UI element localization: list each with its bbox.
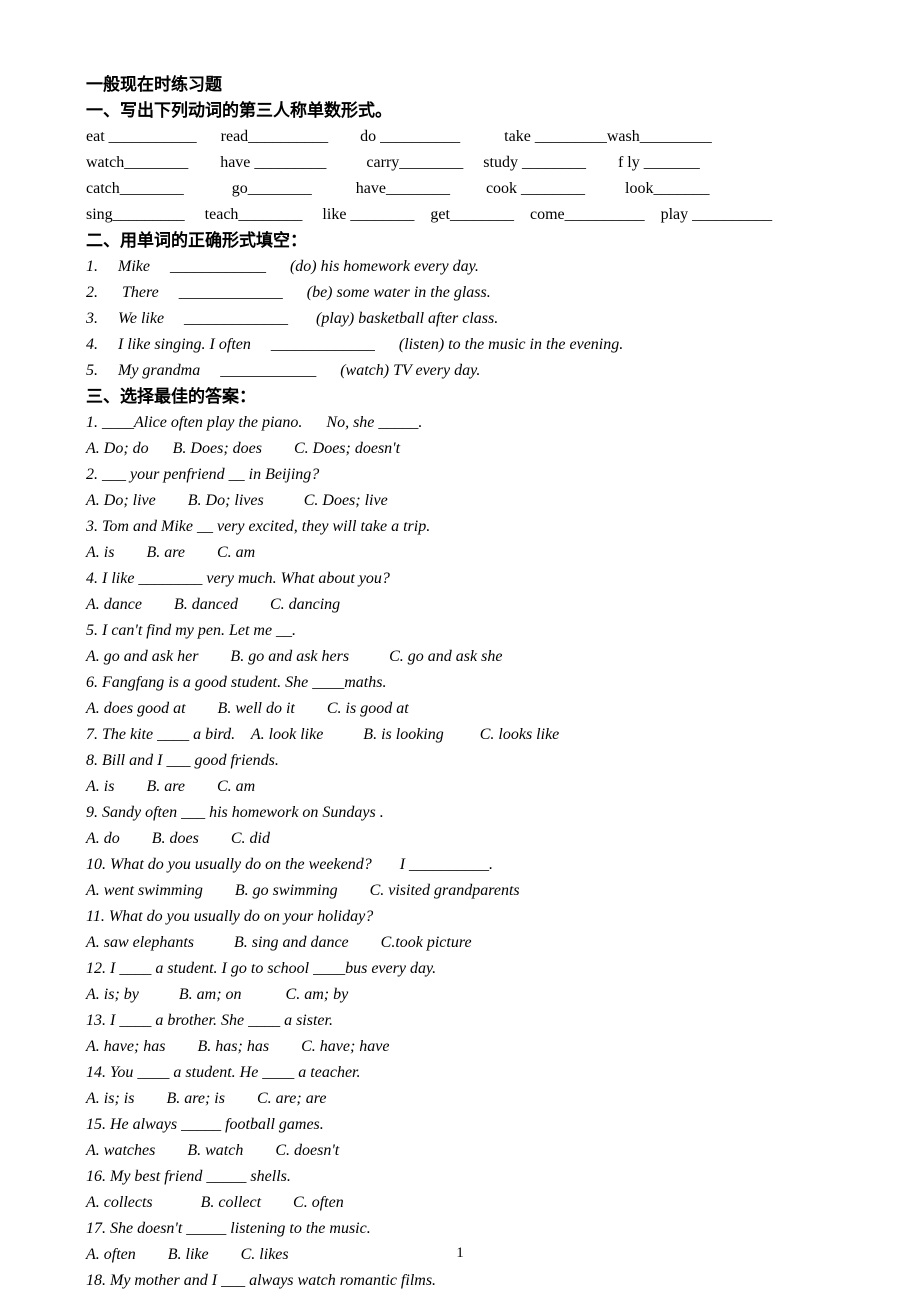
question-line: 15. He always _____ football games. (86, 1112, 834, 1138)
question-line: 12. I ____ a student. I go to school ___… (86, 956, 834, 982)
question-line: 18. My mother and I ___ always watch rom… (86, 1268, 834, 1294)
question-line: 13. I ____ a brother. She ____ a sister. (86, 1008, 834, 1034)
question-line: 6. Fangfang is a good student. She ____m… (86, 670, 834, 696)
question-line: 8. Bill and I ___ good friends. (86, 748, 834, 774)
question-line: A. go and ask her B. go and ask hers C. … (86, 644, 834, 670)
question-line: A. is; is B. are; is C. are; are (86, 1086, 834, 1112)
question-line: A. saw elephants B. sing and dance C.too… (86, 930, 834, 956)
page-number: 1 (0, 1245, 920, 1262)
question-line: A. have; has B. has; has C. have; have (86, 1034, 834, 1060)
question-line: 16. My best friend _____ shells. (86, 1164, 834, 1190)
question-line: A. dance B. danced C. dancing (86, 592, 834, 618)
fill-item: 1. Mike ____________ (do) his homework e… (86, 254, 834, 280)
question-line: 9. Sandy often ___ his homework on Sunda… (86, 800, 834, 826)
fill-item: 3. We like _____________ (play) basketba… (86, 306, 834, 332)
question-line: 14. You ____ a student. He ____ a teache… (86, 1060, 834, 1086)
question-line: 4. I like ________ very much. What about… (86, 566, 834, 592)
verb-row: catch________ go________ have________ co… (86, 176, 834, 202)
question-line: 7. The kite ____ a bird. A. look like B.… (86, 722, 834, 748)
question-line: 10. What do you usually do on the weeken… (86, 852, 834, 878)
fill-item: 4. I like singing. I often _____________… (86, 332, 834, 358)
verb-row: sing_________ teach________ like _______… (86, 202, 834, 228)
page-title: 一般现在时练习题 (86, 72, 834, 98)
section-2-heading: 二、用单词的正确形式填空： (86, 228, 834, 254)
question-line: 1. ____Alice often play the piano. No, s… (86, 410, 834, 436)
question-line: A. watches B. watch C. doesn't (86, 1138, 834, 1164)
question-line: A. is B. are C. am (86, 540, 834, 566)
question-line: A. Do; live B. Do; lives C. Does; live (86, 488, 834, 514)
fill-item: 2. There _____________ (be) some water i… (86, 280, 834, 306)
question-line: 11. What do you usually do on your holid… (86, 904, 834, 930)
question-line: A. collects B. collect C. often (86, 1190, 834, 1216)
question-line: 17. She doesn't _____ listening to the m… (86, 1216, 834, 1242)
section-1-heading: 一、写出下列动词的第三人称单数形式。 (86, 98, 834, 124)
question-line: A. does good at B. well do it C. is good… (86, 696, 834, 722)
question-line: A. is; by B. am; on C. am; by (86, 982, 834, 1008)
question-line: 3. Tom and Mike __ very excited, they wi… (86, 514, 834, 540)
question-line: A. is B. are C. am (86, 774, 834, 800)
question-line: A. went swimming B. go swimming C. visit… (86, 878, 834, 904)
question-line: 5. I can't find my pen. Let me __. (86, 618, 834, 644)
section-3-heading: 三、选择最佳的答案： (86, 384, 834, 410)
verb-row: watch________ have _________ carry______… (86, 150, 834, 176)
verb-row: eat ___________ read__________ do ______… (86, 124, 834, 150)
question-line: A. Do; do B. Does; does C. Does; doesn't (86, 436, 834, 462)
fill-item: 5. My grandma ____________ (watch) TV ev… (86, 358, 834, 384)
question-line: 2. ___ your penfriend __ in Beijing? (86, 462, 834, 488)
question-line: A. do B. does C. did (86, 826, 834, 852)
